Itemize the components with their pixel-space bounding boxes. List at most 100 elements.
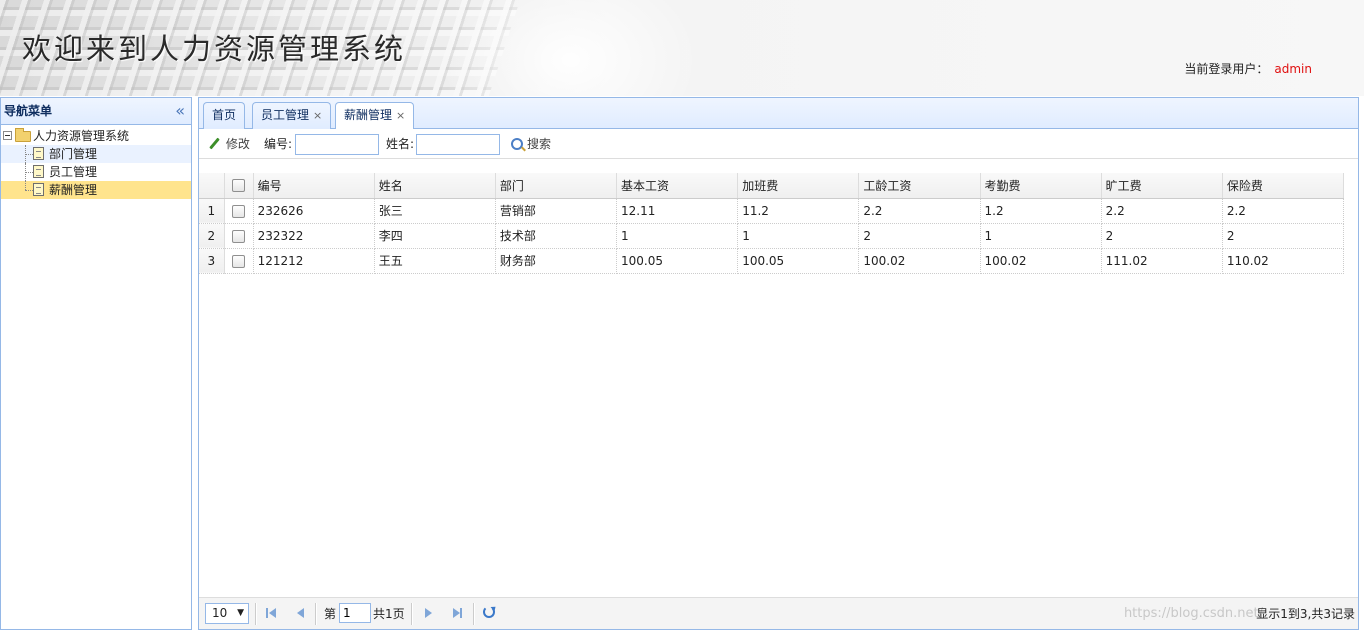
- tree-root[interactable]: 人力资源管理系统: [1, 127, 191, 145]
- row-number: 2: [199, 223, 225, 249]
- table-cell: 121212: [253, 248, 375, 274]
- pager-separator: [473, 603, 475, 625]
- close-icon[interactable]: ×: [396, 109, 405, 122]
- page-size-select[interactable]: 10 ▼: [205, 603, 249, 624]
- edit-button[interactable]: 修改: [208, 136, 250, 154]
- prev-page-icon: [297, 608, 304, 618]
- table-row[interactable]: 3 121212 王五 财务部 100.05 100.05 100.02 100…: [199, 248, 1345, 274]
- table-cell: 110.02: [1222, 248, 1345, 274]
- row-number: 3: [199, 248, 225, 274]
- tab-home[interactable]: 首页: [203, 102, 246, 129]
- table-cell: 1: [616, 223, 739, 249]
- page-prefix: 第: [324, 607, 337, 621]
- grid-toolbar: 修改 编号: 姓名: 搜索: [199, 129, 1358, 159]
- checkbox[interactable]: [232, 229, 246, 243]
- search-icon: [511, 138, 523, 150]
- prev-page-button[interactable]: [293, 606, 307, 620]
- first-page-button[interactable]: [265, 606, 279, 620]
- tree-line: [25, 190, 33, 191]
- sidebar-item-label: 员工管理: [49, 165, 98, 179]
- app-header: 欢迎来到人力资源管理系统 当前登录用户： admin: [0, 0, 1364, 96]
- row-checkbox[interactable]: [224, 198, 254, 224]
- close-icon[interactable]: ×: [313, 109, 322, 122]
- icon: [460, 608, 462, 618]
- table-cell: 2: [858, 223, 981, 249]
- table-cell: 100.05: [616, 248, 739, 274]
- tree-line: [25, 181, 26, 190]
- checkbox[interactable]: [232, 179, 246, 193]
- current-user: 当前登录用户： admin: [1184, 60, 1312, 77]
- tab-employee[interactable]: 员工管理 ×: [252, 102, 332, 129]
- refresh-icon[interactable]: [483, 606, 495, 618]
- pager-info: 显示1到3,共3记录: [1256, 607, 1355, 621]
- column-header[interactable]: 部门: [495, 173, 618, 199]
- table-cell: 营销部: [495, 198, 618, 224]
- table-cell: 1.2: [980, 198, 1102, 224]
- table-cell: 100.02: [980, 248, 1102, 274]
- sidebar-item-salary[interactable]: 薪酬管理: [1, 181, 191, 199]
- next-page-button[interactable]: [421, 606, 435, 620]
- select-all-checkbox[interactable]: [224, 173, 254, 199]
- table-cell: 100.02: [858, 248, 981, 274]
- column-header[interactable]: 编号: [253, 173, 375, 199]
- page-total: 共1页: [373, 607, 405, 621]
- tab-salary[interactable]: 薪酬管理 ×: [335, 102, 415, 130]
- edit-button-label: 修改: [225, 137, 250, 151]
- first-page-icon: [266, 608, 268, 618]
- sidebar-item-label: 部门管理: [49, 147, 98, 161]
- name-input[interactable]: [416, 134, 500, 155]
- table-cell: 1: [737, 223, 860, 249]
- tree-line: [25, 154, 33, 155]
- column-header[interactable]: 考勤费: [980, 173, 1102, 199]
- table-cell: 技术部: [495, 223, 618, 249]
- table-row[interactable]: 2 232322 李四 技术部 1 1 2 1 2 2: [199, 223, 1345, 249]
- last-page-button[interactable]: [449, 606, 463, 620]
- app-title: 欢迎来到人力资源管理系统: [22, 32, 407, 66]
- nav-panel-title: 导航菜单: [4, 104, 53, 118]
- collapse-left-icon[interactable]: «: [175, 98, 185, 124]
- checkbox[interactable]: [232, 204, 246, 218]
- sidebar-item-employee[interactable]: 员工管理: [1, 163, 191, 181]
- sidebar-item-label: 薪酬管理: [49, 183, 98, 197]
- search-button[interactable]: 搜索: [511, 136, 551, 152]
- table-cell: 张三: [374, 198, 496, 224]
- file-icon: [33, 183, 44, 196]
- pager-separator: [255, 603, 257, 625]
- current-user-name: admin: [1274, 62, 1312, 76]
- pager-separator: [411, 603, 413, 625]
- next-page-icon: [425, 608, 432, 618]
- row-number: 1: [199, 198, 225, 224]
- table-cell: 111.02: [1101, 248, 1223, 274]
- file-icon: [33, 165, 44, 178]
- page-number-input[interactable]: [339, 603, 371, 623]
- table-cell: 2: [1222, 223, 1345, 249]
- column-header[interactable]: 工龄工资: [858, 173, 981, 199]
- table-cell: 11.2: [737, 198, 860, 224]
- last-page-icon: [453, 608, 460, 618]
- tab-strip: 首页 员工管理 × 薪酬管理 ×: [199, 98, 1358, 130]
- table-cell: 100.05: [737, 248, 860, 274]
- sidebar-item-department[interactable]: 部门管理: [1, 145, 191, 163]
- checkbox[interactable]: [232, 254, 246, 268]
- column-header[interactable]: 姓名: [374, 173, 496, 199]
- table-cell: 232626: [253, 198, 375, 224]
- rownum-header: [199, 173, 225, 199]
- nav-panel-header: 导航菜单 «: [1, 98, 191, 125]
- tab-label: 薪酬管理: [344, 108, 393, 122]
- table-row[interactable]: 1 232626 张三 营销部 12.11 11.2 2.2 1.2 2.2 2…: [199, 198, 1345, 224]
- page-size-value: 10: [212, 606, 228, 620]
- tree-collapse-icon[interactable]: [3, 131, 12, 140]
- row-checkbox[interactable]: [224, 223, 254, 249]
- folder-icon: [15, 128, 31, 142]
- tab-label: 首页: [212, 108, 237, 122]
- column-header[interactable]: 旷工费: [1101, 173, 1223, 199]
- salary-datagrid: 编号 姓名 部门 基本工资 加班费 工龄工资 考勤费 旷工费 保险费 1 232…: [199, 173, 1345, 274]
- nav-tree: 人力资源管理系统 部门管理 员工管理 薪酬管理: [1, 125, 191, 199]
- row-checkbox[interactable]: [224, 248, 254, 274]
- header-glow: [440, 0, 700, 96]
- column-header[interactable]: 基本工资: [616, 173, 739, 199]
- table-cell: 2.2: [1222, 198, 1345, 224]
- column-header[interactable]: 保险费: [1222, 173, 1345, 199]
- id-input[interactable]: [295, 134, 379, 155]
- column-header[interactable]: 加班费: [737, 173, 860, 199]
